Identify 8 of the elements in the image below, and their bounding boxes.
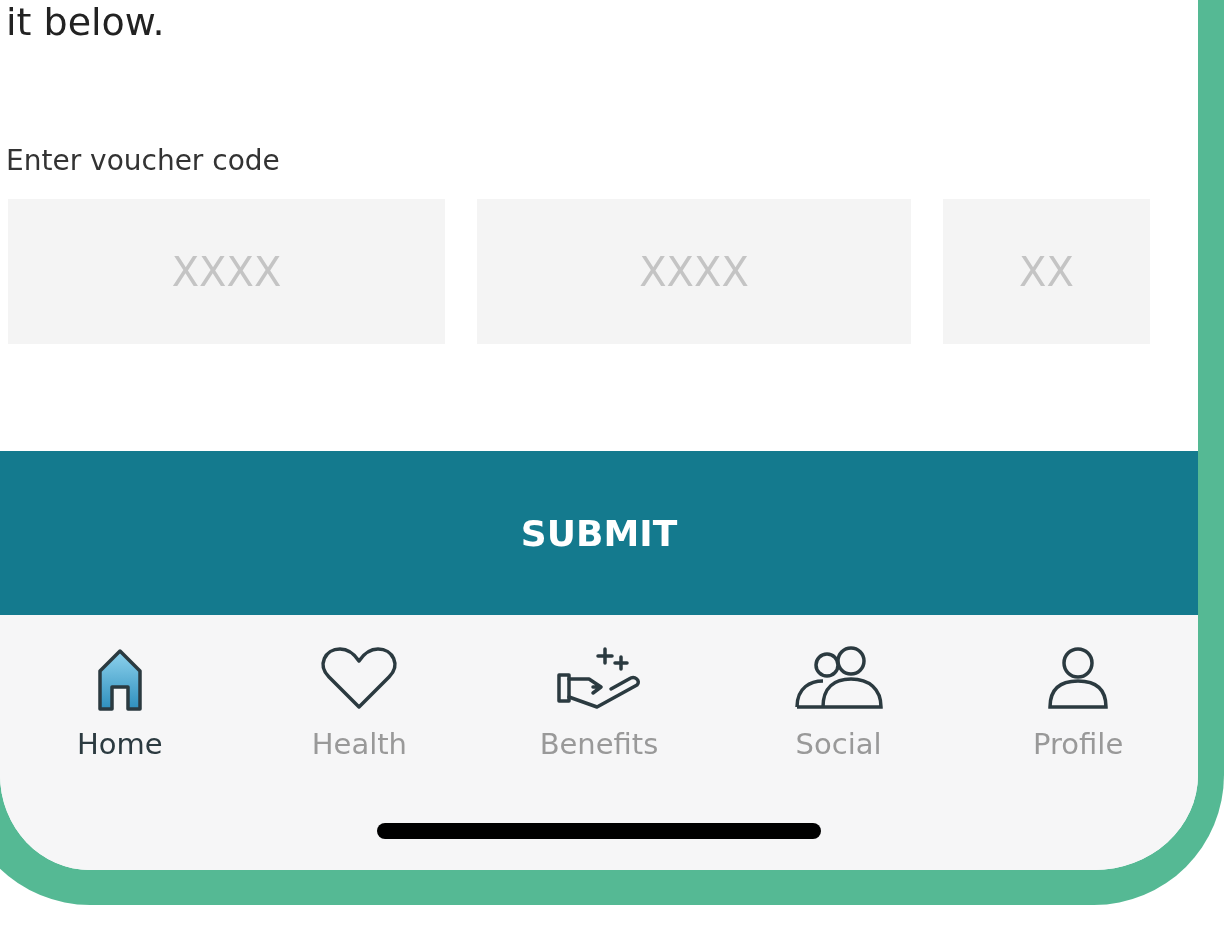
field-label: Enter voucher code <box>6 144 281 177</box>
tab-item[interactable]: Benefits <box>479 643 719 761</box>
intro-text: it below. <box>6 0 166 44</box>
tab-item[interactable]: Home <box>0 643 240 761</box>
tab-item[interactable]: Health <box>239 643 480 761</box>
submit-button[interactable]: SUBMIT <box>0 451 1198 615</box>
tab-item[interactable]: Social <box>718 643 959 761</box>
tab-item[interactable]: Profile <box>958 643 1198 761</box>
